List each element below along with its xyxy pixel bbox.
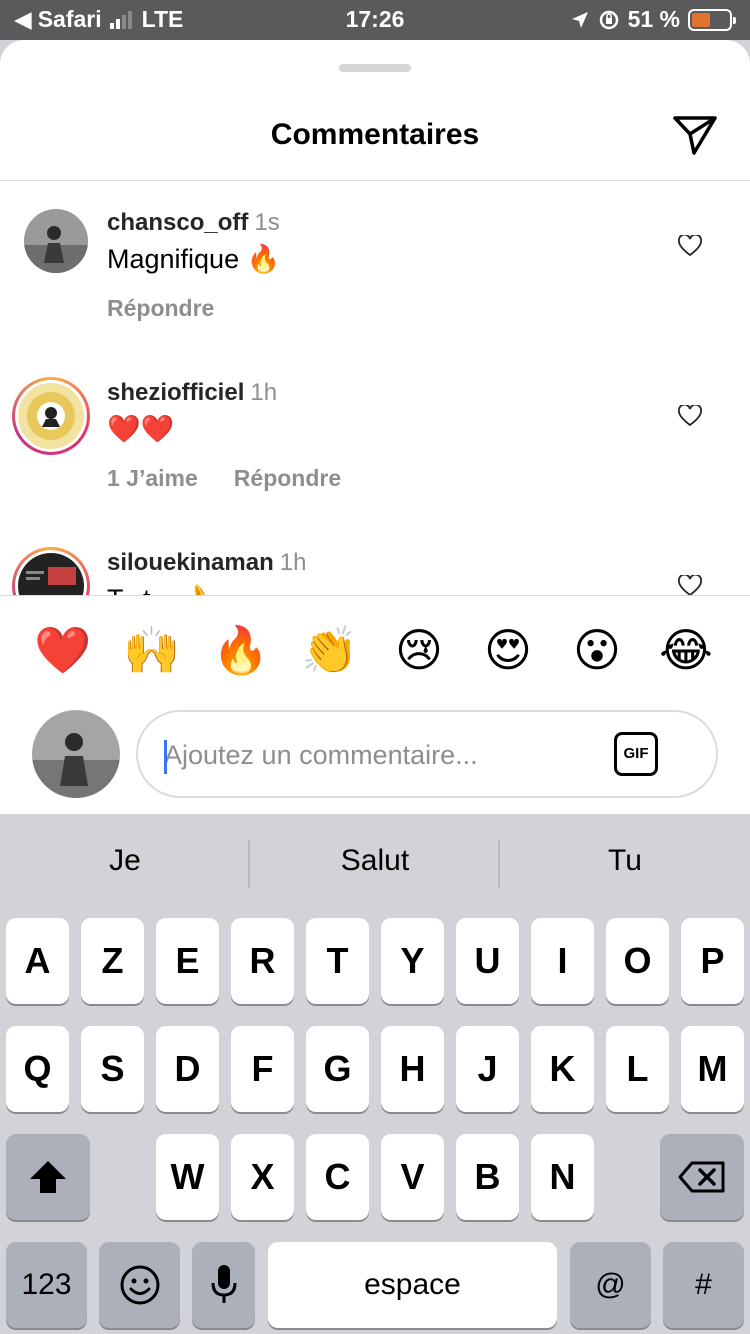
emoji-face-icon [120, 1265, 159, 1305]
emoji-heart-eyes[interactable]: 😍 [478, 620, 538, 680]
key-y[interactable]: Y [381, 918, 444, 1004]
orientation-lock-icon [599, 10, 618, 29]
key-t[interactable]: T [306, 918, 369, 1004]
key-k[interactable]: K [531, 1026, 594, 1112]
heart-icon[interactable] [678, 405, 702, 427]
key-p[interactable]: P [681, 918, 744, 1004]
key-g[interactable]: G [306, 1026, 369, 1112]
key-o[interactable]: O [606, 918, 669, 1004]
shift-key[interactable] [6, 1134, 90, 1220]
comment-text: Magnifique 🔥 [107, 244, 281, 274]
heart-icon[interactable] [678, 575, 702, 595]
status-right: 51 % [570, 6, 736, 33]
key-q[interactable]: Q [6, 1026, 69, 1112]
key-n[interactable]: N [531, 1134, 594, 1220]
send-icon[interactable] [672, 114, 718, 156]
key-c[interactable]: C [306, 1134, 369, 1220]
key-x[interactable]: X [231, 1134, 294, 1220]
comment-time: 1h [279, 549, 307, 576]
key-r[interactable]: R [231, 918, 294, 1004]
microphone-icon [211, 1265, 236, 1303]
key-z[interactable]: Z [81, 918, 144, 1004]
key-e[interactable]: E [156, 918, 219, 1004]
username-text[interactable]: chansco_off [107, 209, 248, 236]
sheet-title: Commentaires [270, 118, 480, 151]
comment-time: 1h [250, 379, 278, 406]
suggestion-3[interactable]: Tu [500, 844, 750, 878]
key-w[interactable]: W [156, 1134, 219, 1220]
space-key[interactable]: espace [268, 1242, 557, 1328]
comment-text: ❤️❤️ [107, 414, 175, 444]
emoji-red-heart[interactable]: ❤️ [33, 620, 93, 680]
key-m[interactable]: M [681, 1026, 744, 1112]
comment-time: 1s [254, 209, 280, 236]
key-d[interactable]: D [156, 1026, 219, 1112]
keyboard: Je Salut Tu A Z E R T Y U I O P Q S D F … [0, 814, 750, 1334]
location-icon [571, 11, 588, 28]
battery-percent: 51 % [627, 6, 680, 32]
key-i[interactable]: I [531, 918, 594, 1004]
backspace-icon [678, 1161, 725, 1193]
key-v[interactable]: V [381, 1134, 444, 1220]
comment-input-placeholder[interactable]: Ajoutez un commentaire... [164, 740, 478, 771]
comment-item: silouekinaman1h T...t... 👌 [0, 521, 750, 595]
key-l[interactable]: L [606, 1026, 669, 1112]
suggestion-1[interactable]: Je [0, 844, 250, 878]
sheet-grabber[interactable] [339, 64, 411, 72]
key-a[interactable]: A [6, 918, 69, 1004]
battery-icon [688, 8, 736, 31]
comment-username[interactable]: sheziofficiel 1h [107, 379, 277, 407]
avatar[interactable] [24, 209, 88, 273]
emoji-clapping[interactable]: 👏 [300, 620, 360, 680]
username-text[interactable]: sheziofficiel [107, 379, 244, 406]
predictive-bar: Je Salut Tu [0, 814, 750, 914]
comment-item: chansco_off 1s Magnifique 🔥 Répondre [0, 181, 750, 351]
likes-count[interactable]: 1 J’aime [107, 465, 198, 492]
emoji-crying[interactable]: 😢 [389, 620, 449, 680]
at-key[interactable]: @ [570, 1242, 651, 1328]
emoji-laughing[interactable]: 😂 [656, 620, 716, 680]
avatar[interactable] [12, 547, 90, 595]
numbers-key[interactable]: 123 [6, 1242, 87, 1328]
comment-input[interactable]: Ajoutez un commentaire... GIF [136, 710, 718, 798]
key-j[interactable]: J [456, 1026, 519, 1112]
comment-username[interactable]: silouekinaman 1h [107, 549, 306, 577]
avatar[interactable] [12, 377, 90, 455]
username-text[interactable]: silouekinaman [107, 549, 274, 576]
key-s[interactable]: S [81, 1026, 144, 1112]
heart-icon[interactable] [678, 235, 702, 257]
key-f[interactable]: F [231, 1026, 294, 1112]
comment-item: sheziofficiel 1h ❤️❤️ 1 J’aime Répondre [0, 351, 750, 521]
comment-text: T...t... 👌 [107, 583, 214, 595]
comment-actions: Répondre [107, 295, 214, 322]
backspace-key[interactable] [660, 1134, 744, 1220]
comment-actions: 1 J’aime Répondre [107, 465, 341, 492]
status-bar: ◀ Safari LTE 17:26 51 % [0, 0, 750, 40]
reply-button[interactable]: Répondre [107, 295, 214, 322]
text-cursor [164, 740, 167, 774]
emoji-raised-hands[interactable]: 🙌 [122, 620, 182, 680]
dictation-key[interactable] [192, 1242, 255, 1328]
comment-username[interactable]: chansco_off 1s [107, 209, 280, 237]
hash-key[interactable]: # [663, 1242, 744, 1328]
comments-sheet: Commentaires chansco_off 1s Magnifique 🔥 … [0, 40, 750, 814]
emoji-keyboard-key[interactable] [99, 1242, 180, 1328]
key-b[interactable]: B [456, 1134, 519, 1220]
quick-emoji-bar: ❤️ 🙌 🔥 👏 😢 😍 😮 😂 [0, 620, 750, 680]
reply-button[interactable]: Répondre [234, 465, 341, 492]
emoji-surprised[interactable]: 😮 [567, 620, 627, 680]
comments-list[interactable]: chansco_off 1s Magnifique 🔥 Répondre shez… [0, 181, 750, 595]
current-user-avatar [32, 710, 120, 798]
suggestion-2[interactable]: Salut [250, 844, 500, 878]
key-u[interactable]: U [456, 918, 519, 1004]
emoji-fire[interactable]: 🔥 [211, 620, 271, 680]
key-h[interactable]: H [381, 1026, 444, 1112]
gif-button[interactable]: GIF [614, 732, 658, 776]
emoji-divider [0, 595, 750, 596]
shift-icon [30, 1161, 66, 1193]
